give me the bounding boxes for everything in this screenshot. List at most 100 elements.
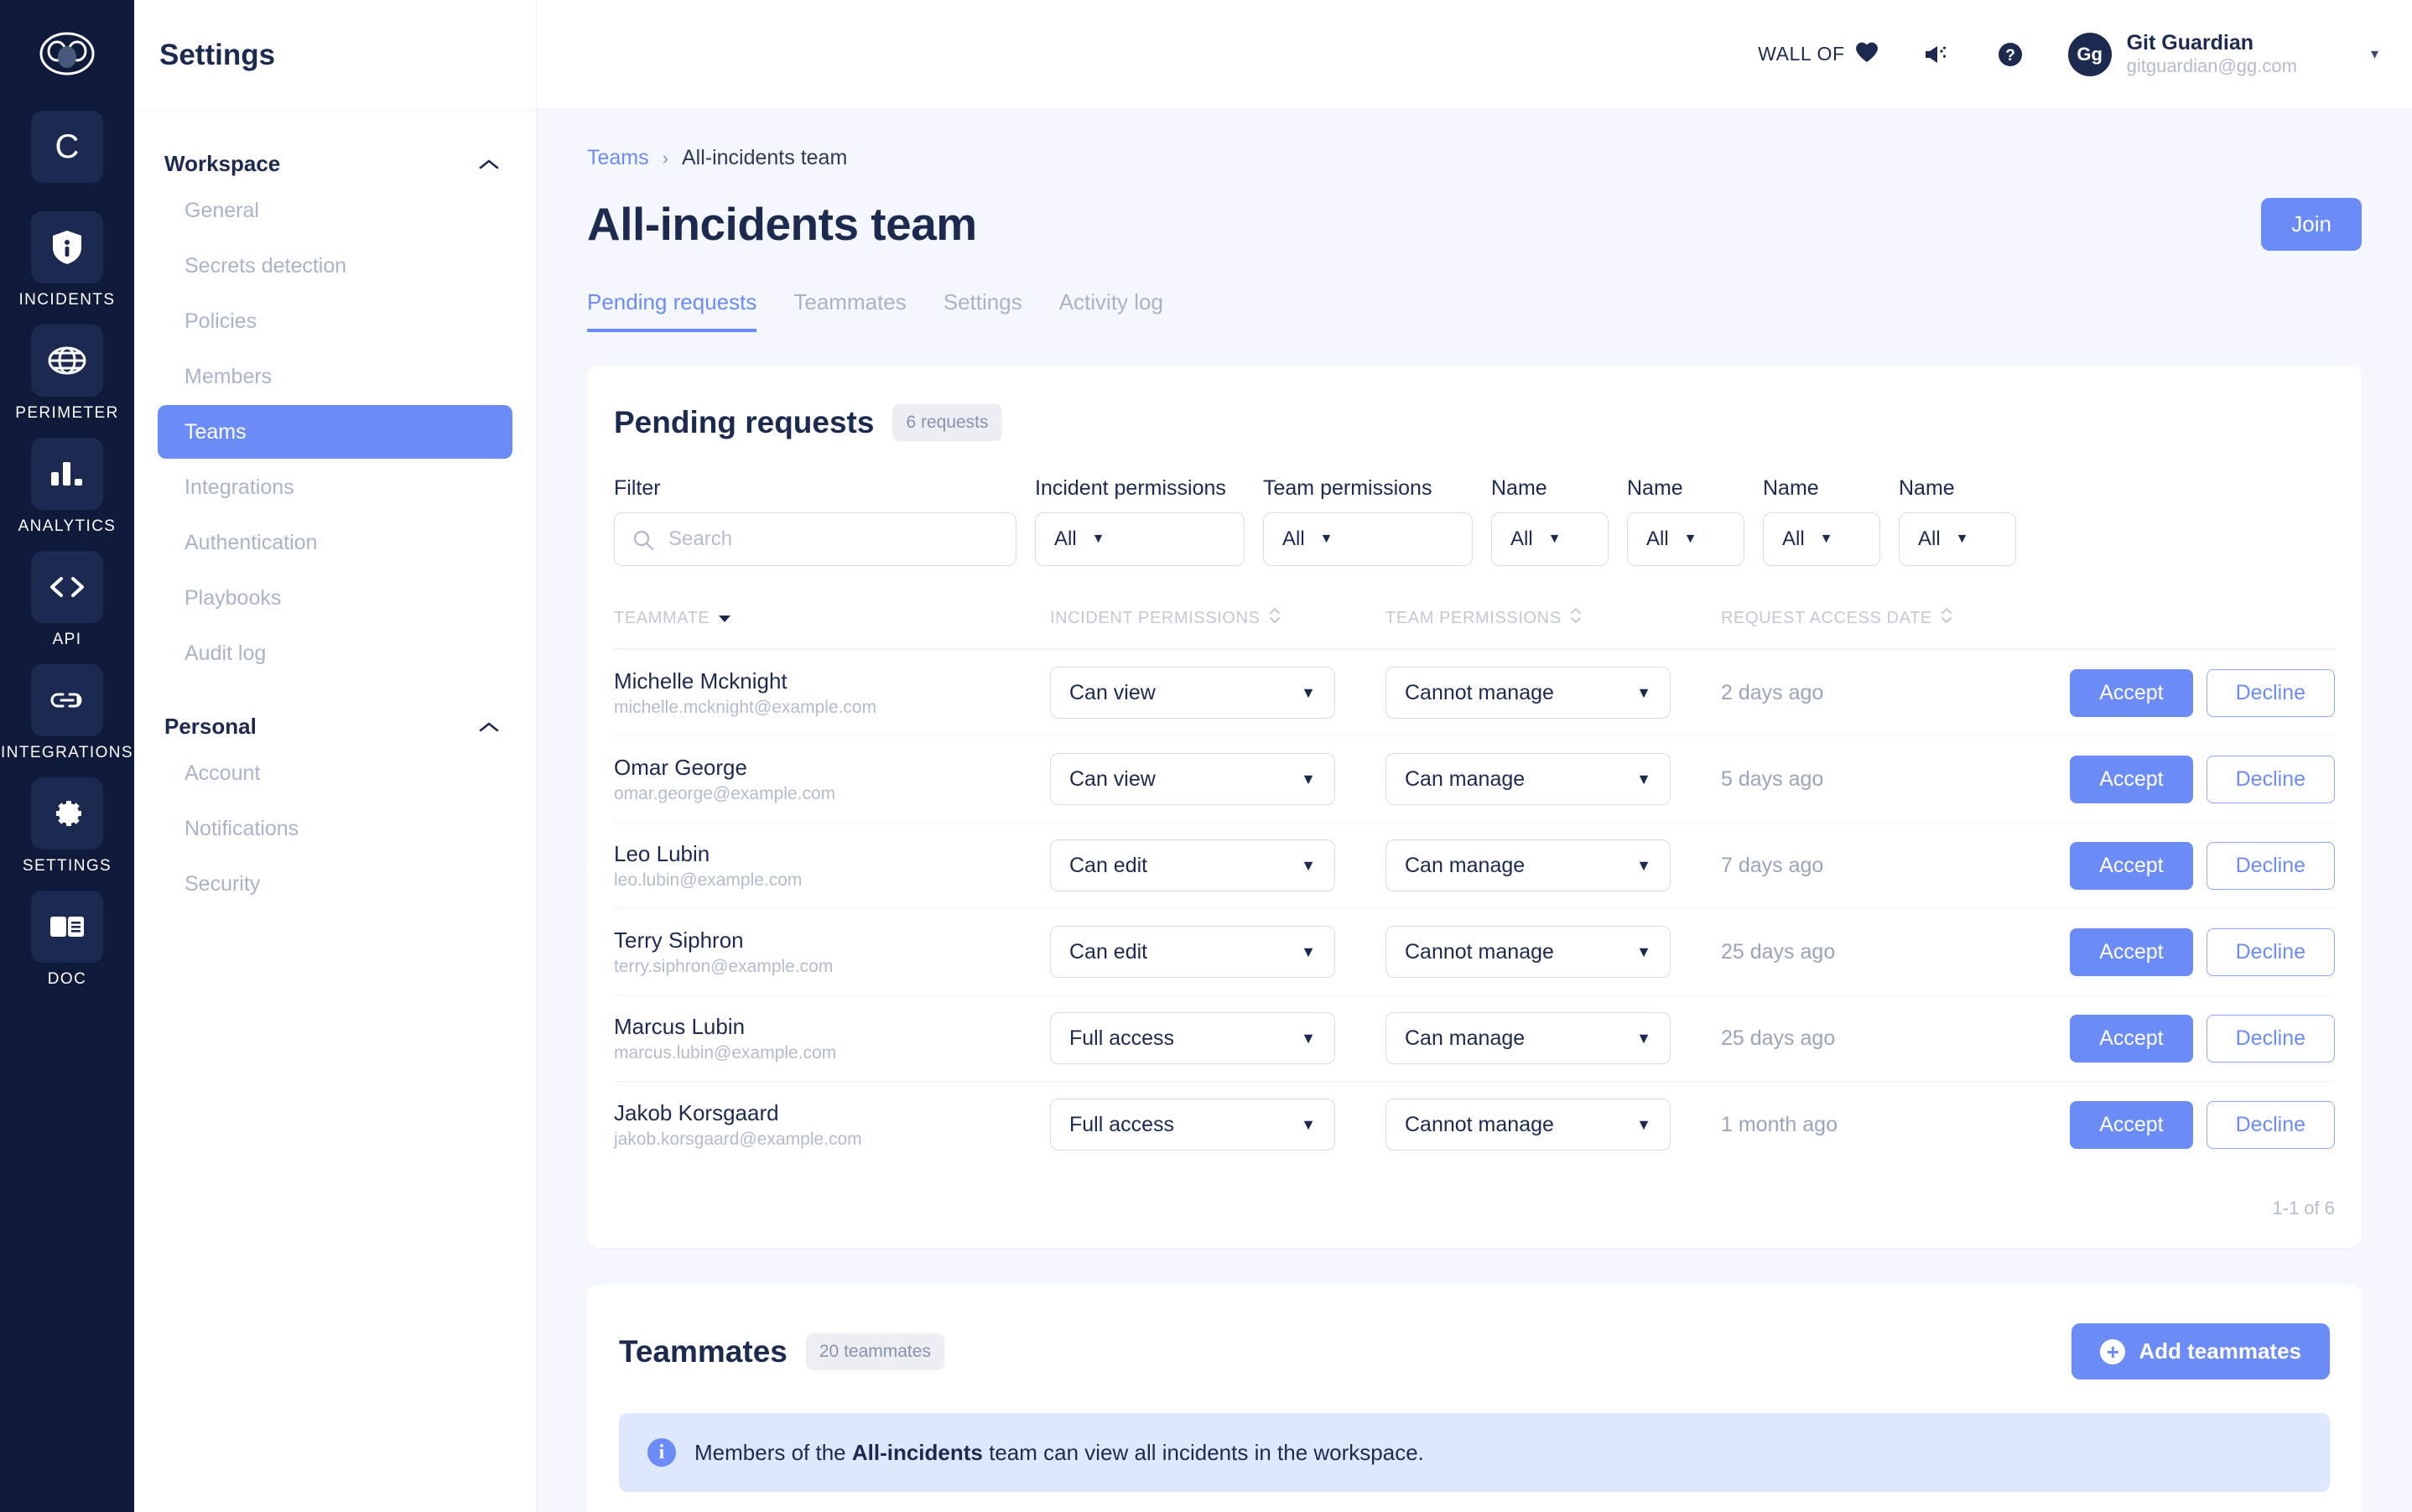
sidebar-item-security[interactable]: Security [158, 857, 512, 911]
sidebar-item-account[interactable]: Account [158, 746, 512, 800]
owl-logo-icon[interactable] [29, 15, 106, 92]
incident-permission-select[interactable]: Can view ▼ [1050, 753, 1335, 806]
breadcrumb-teams-link[interactable]: Teams [587, 146, 649, 170]
filter-label: Team permissions [1263, 476, 1432, 501]
filter-label: Filter [614, 476, 661, 501]
select-value: Cannot manage [1405, 939, 1554, 964]
teammate-email: michelle.mcknight@example.com [614, 697, 877, 717]
sidebar-item-authentication[interactable]: Authentication [158, 516, 512, 569]
incident-permission-select[interactable]: Full access ▼ [1050, 1099, 1335, 1151]
incident-permission-select[interactable]: Full access ▼ [1050, 1012, 1335, 1065]
filter-value: All [1918, 527, 1941, 551]
caret-down-icon: ▼ [1819, 532, 1833, 547]
accept-button[interactable]: Accept [2070, 1100, 2193, 1149]
teammates-title: Teammates [619, 1333, 788, 1369]
megaphone-icon[interactable] [1924, 44, 1952, 65]
rail-item-perimeter[interactable]: PERIMETER [15, 325, 118, 423]
nav-group-personal[interactable]: Personal [158, 707, 512, 746]
join-button[interactable]: Join [2261, 197, 2362, 251]
rail-item-label: SETTINGS [22, 857, 112, 875]
decline-button[interactable]: Decline [2206, 1014, 2335, 1063]
sidebar-item-label: Policies [185, 309, 257, 333]
column-teammate[interactable]: TEAMMATE [614, 606, 1050, 651]
filter-name-2[interactable]: All ▼ [1627, 512, 1744, 567]
rail-item-analytics[interactable]: ANALYTICS [18, 438, 117, 536]
team-permission-select[interactable]: Cannot manage ▼ [1385, 667, 1671, 720]
decline-button[interactable]: Decline [2206, 841, 2335, 890]
chevron-up-icon[interactable] [479, 721, 499, 733]
rail-item-incidents[interactable]: INCIDENTS [19, 211, 116, 309]
search-input[interactable] [614, 512, 1016, 567]
column-team-permissions[interactable]: TEAM PERMISSIONS [1385, 606, 1721, 651]
user-menu[interactable]: Gg Git Guardian gitguardian@gg.com ▾ [2067, 30, 2378, 77]
column-actions [2040, 606, 2335, 651]
cell-request-date: 5 days ago [1721, 735, 2040, 824]
team-permission-select[interactable]: Cannot manage ▼ [1385, 926, 1671, 979]
sort-updown-icon [1941, 606, 1952, 630]
sidebar-item-secrets-detection[interactable]: Secrets detection [158, 239, 512, 293]
team-permission-select[interactable]: Cannot manage ▼ [1385, 1099, 1671, 1151]
rail-item-integrations[interactable]: INTEGRATIONS [1, 664, 133, 762]
accept-button[interactable]: Accept [2070, 668, 2193, 717]
column-incident-permissions[interactable]: INCIDENT PERMISSIONS [1050, 606, 1385, 651]
icon-rail: C INCIDENTS PERIMETER ANALYTICS API INTE… [0, 0, 134, 1512]
select-value: Full access [1069, 1112, 1175, 1136]
decline-button[interactable]: Decline [2206, 927, 2335, 976]
cell-incident-permission: Can edit ▼ [1050, 822, 1385, 910]
column-request-access-date[interactable]: REQUEST ACCESS DATE [1721, 606, 2040, 651]
teammate-name: Jakob Korsgaard [614, 1099, 779, 1125]
filter-name-4[interactable]: All ▼ [1899, 512, 2016, 567]
sidebar-item-teams[interactable]: Teams [158, 405, 512, 459]
sidebar-item-audit-log[interactable]: Audit log [158, 626, 512, 680]
caret-down-icon [718, 609, 731, 628]
team-permission-select[interactable]: Can manage ▼ [1385, 1012, 1671, 1065]
sidebar-item-members[interactable]: Members [158, 350, 512, 403]
sidebar-item-label: General [185, 198, 259, 222]
filter-incident-permissions[interactable]: All ▼ [1035, 512, 1245, 567]
sidebar-item-notifications[interactable]: Notifications [158, 802, 512, 855]
nav-group-workspace[interactable]: Workspace [158, 144, 512, 184]
cell-teammate: Jakob Korsgaard jakob.korsgaard@example.… [614, 1082, 1050, 1168]
team-permission-select[interactable]: Can manage ▼ [1385, 753, 1671, 806]
sidebar-item-general[interactable]: General [158, 184, 512, 237]
cell-actions: Accept Decline [2040, 735, 2335, 824]
filter-team-permissions[interactable]: All ▼ [1263, 512, 1473, 567]
wall-of-love-button[interactable]: WALL OF [1758, 41, 1878, 68]
cell-request-date: 25 days ago [1721, 908, 2040, 996]
sidebar-item-policies[interactable]: Policies [158, 294, 512, 348]
tab-pending-requests[interactable]: Pending requests [587, 289, 757, 333]
tab-teammates[interactable]: Teammates [793, 289, 906, 332]
accept-button[interactable]: Accept [2070, 1014, 2193, 1063]
sidebar-item-integrations[interactable]: Integrations [158, 460, 512, 514]
sort-updown-icon [1269, 606, 1281, 630]
question-circle-icon[interactable]: ? [1998, 42, 2023, 67]
wall-of-label: WALL OF [1758, 43, 1845, 65]
tab-activity-log[interactable]: Activity log [1059, 289, 1163, 332]
filter-name-3-block: Name All ▼ [1763, 476, 1880, 567]
incident-permission-select[interactable]: Can edit ▼ [1050, 926, 1335, 979]
rail-item-workspace[interactable]: C [31, 111, 103, 183]
accept-button[interactable]: Accept [2070, 841, 2193, 890]
filter-team-permissions-block: Team permissions All ▼ [1263, 476, 1473, 567]
rail-item-settings[interactable]: SETTINGS [23, 777, 112, 876]
teammate-email: leo.lubin@example.com [614, 870, 803, 890]
tab-settings[interactable]: Settings [943, 289, 1022, 332]
decline-button[interactable]: Decline [2206, 755, 2335, 803]
chevron-up-icon[interactable] [479, 158, 499, 170]
rail-item-doc[interactable]: DOC [31, 891, 103, 989]
decline-button[interactable]: Decline [2206, 668, 2335, 717]
caret-down-icon[interactable]: ▾ [2371, 45, 2378, 63]
rail-item-api[interactable]: API [31, 551, 103, 649]
filter-name-1[interactable]: All ▼ [1491, 512, 1609, 567]
team-permission-select[interactable]: Can manage ▼ [1385, 839, 1671, 892]
filter-name-3[interactable]: All ▼ [1763, 512, 1880, 567]
workspace-initial-label: C [55, 127, 80, 165]
incident-permission-select[interactable]: Can edit ▼ [1050, 839, 1335, 892]
add-teammates-button[interactable]: + Add teammates [2072, 1323, 2330, 1380]
accept-button[interactable]: Accept [2070, 755, 2193, 803]
teammate-name: Michelle Mcknight [614, 668, 788, 694]
sidebar-item-playbooks[interactable]: Playbooks [158, 571, 512, 625]
accept-button[interactable]: Accept [2070, 927, 2193, 976]
incident-permission-select[interactable]: Can view ▼ [1050, 667, 1335, 720]
decline-button[interactable]: Decline [2206, 1100, 2335, 1149]
